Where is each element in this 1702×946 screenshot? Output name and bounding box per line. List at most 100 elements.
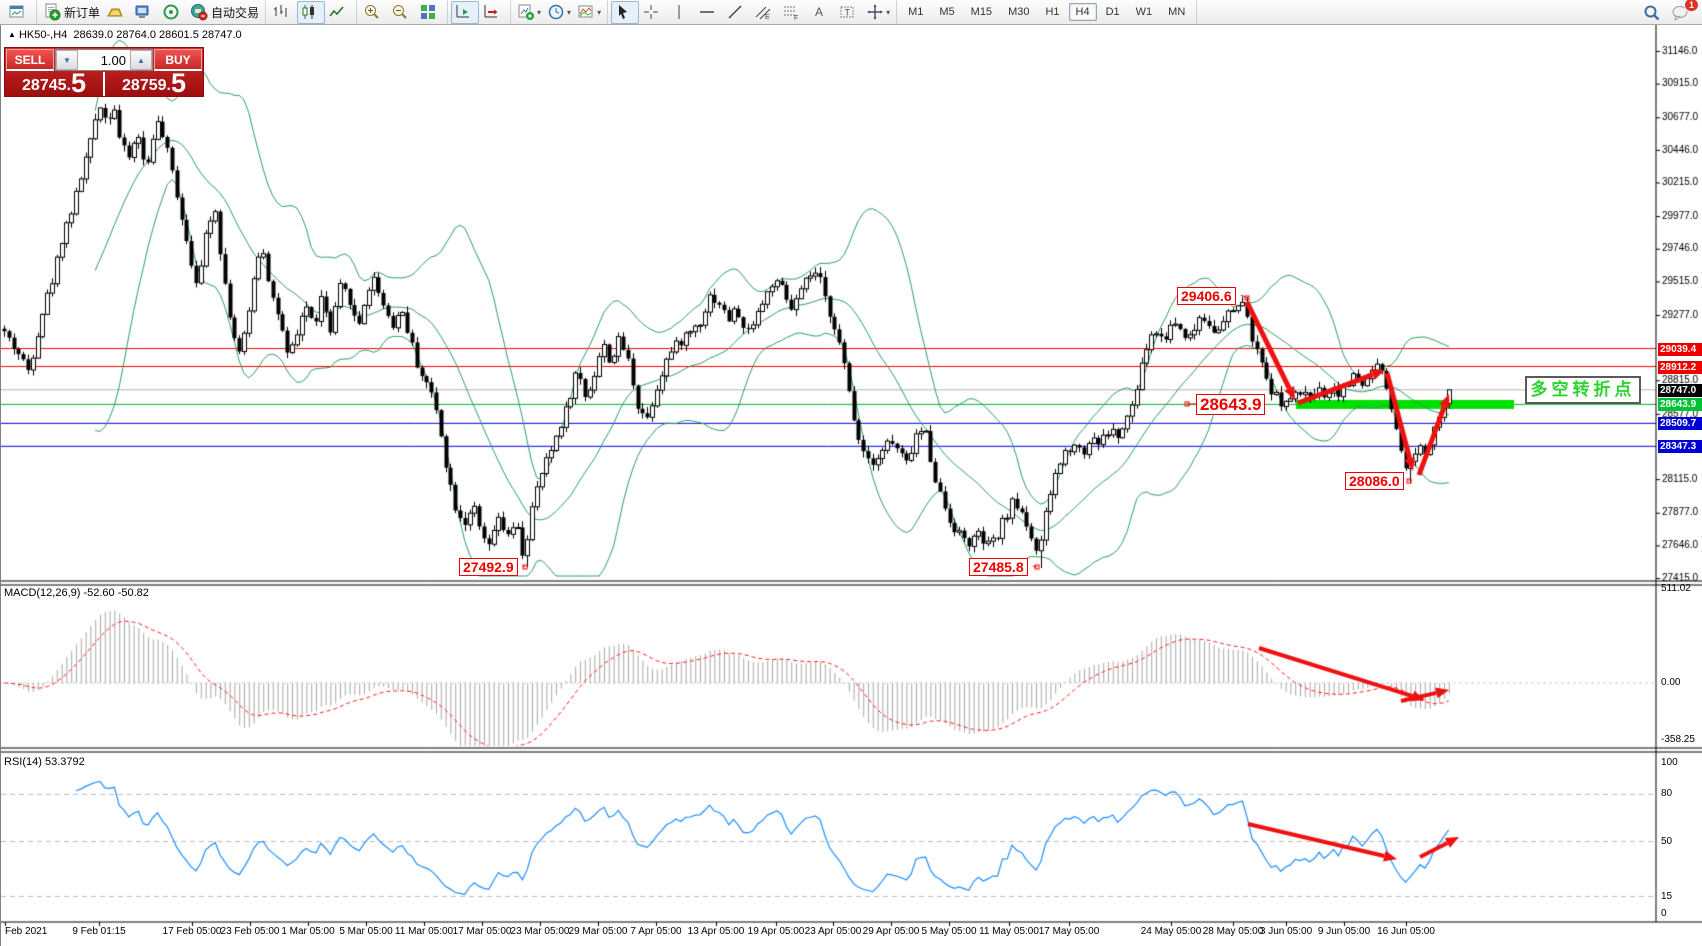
fibonacci-button[interactable]: F	[779, 1, 807, 24]
gold-button[interactable]	[103, 1, 131, 24]
zoom-in-button[interactable]	[360, 1, 388, 24]
time-label: Feb 2021	[5, 926, 47, 937]
time-label: 23 Feb 05:00	[221, 926, 280, 937]
timeframe-m15[interactable]: M15	[964, 3, 999, 21]
volume-stepper: ▼ 1.00 ▲	[55, 49, 153, 71]
rsi-scale-50: 50	[1661, 836, 1672, 847]
dropdown-arrow-icon[interactable]: ▾	[597, 8, 601, 17]
periods-button[interactable]: ▾	[544, 1, 574, 24]
new-order-button[interactable]: 新订单	[40, 1, 103, 24]
price-annotation-28086.0[interactable]: 28086.0	[1345, 472, 1404, 490]
timeframe-m5[interactable]: M5	[932, 3, 961, 21]
toolbar-group: 新订单 自动交易	[37, 1, 266, 24]
rsi-indicator-label: RSI(14) 53.3792	[4, 756, 85, 768]
timeframe-h4[interactable]: H4	[1069, 3, 1097, 21]
macd-indicator-label: MACD(12,26,9) -52.60 -50.82	[4, 587, 149, 599]
sell-button[interactable]: SELL	[6, 49, 54, 71]
autotrade-icon	[190, 3, 208, 21]
toolbar-group	[2, 1, 37, 24]
equidistant-channel-button[interactable]: E	[751, 1, 779, 24]
macd-scale--358.25: -358.25	[1661, 734, 1695, 745]
bar-chart-button[interactable]	[269, 1, 297, 24]
time-label: 29 Mar 05:00	[569, 926, 628, 937]
svg-text:F: F	[794, 15, 798, 21]
callout-label[interactable]: 多空转折点	[1525, 376, 1641, 404]
price-annotation-29406.6[interactable]: 29406.6	[1177, 287, 1236, 305]
arrows-button[interactable]: ▾	[863, 1, 893, 24]
textA-icon: A	[810, 3, 828, 21]
toolbar-group	[266, 1, 357, 24]
cursor-button[interactable]	[611, 1, 639, 24]
notification-badge: 1	[1684, 0, 1699, 12]
cursor-icon	[614, 3, 632, 21]
new-chart-button[interactable]: ▾	[514, 1, 544, 24]
label-icon: T	[838, 3, 856, 21]
toolbar: 新订单 自动交易 ▾ ▾ ▾ E F A T ▾ M1M5M15M30H1H4D1W1MN 1	[0, 0, 1702, 25]
timeframe-h1[interactable]: H1	[1038, 3, 1066, 21]
time-label: 16 Jun 05:00	[1377, 926, 1435, 937]
templates-button[interactable]: ▾	[574, 1, 604, 24]
dropdown-arrow-icon[interactable]: ▾	[567, 8, 571, 17]
buy-price[interactable]: 28759.5	[105, 72, 203, 96]
time-label: 1 Mar 05:00	[281, 926, 334, 937]
time-label: 23 Apr 05:00	[805, 926, 862, 937]
timeframe-w1[interactable]: W1	[1129, 3, 1160, 21]
ohlc-values: 28639.0 28764.0 28601.5 28747.0	[73, 29, 241, 41]
new-order-button-label: 新订单	[64, 4, 100, 21]
chart-shift-button[interactable]	[451, 1, 479, 24]
chartwin-icon	[8, 3, 26, 21]
axis-price-label-28912.2: 28912.2	[1658, 361, 1702, 374]
svg-text:A: A	[815, 5, 823, 19]
timeframe-d1[interactable]: D1	[1099, 3, 1127, 21]
chart-canvas[interactable]	[1, 25, 1702, 946]
sell-price[interactable]: 28745.5	[5, 72, 103, 96]
time-label: 5 May 05:00	[921, 926, 976, 937]
candlestick-chart-button[interactable]	[297, 1, 325, 24]
vline-icon	[670, 3, 688, 21]
volume-increase-button[interactable]: ▲	[130, 50, 152, 70]
tile-windows-button[interactable]	[416, 1, 444, 24]
vertical-line-button[interactable]	[667, 1, 695, 24]
autotrading-button[interactable]: 自动交易	[187, 1, 262, 24]
time-label: 17 Feb 05:00	[163, 926, 222, 937]
crosshair-button[interactable]	[639, 1, 667, 24]
price-annotation-27492.9[interactable]: 27492.9	[459, 558, 518, 576]
chart-window-icon[interactable]	[5, 1, 33, 24]
notifications-button[interactable]: 1	[1668, 1, 1696, 24]
zoomout-icon	[391, 3, 409, 21]
volume-value[interactable]: 1.00	[78, 50, 130, 70]
trendline-button[interactable]	[723, 1, 751, 24]
timeframe-mn[interactable]: MN	[1161, 3, 1192, 21]
gold-icon	[106, 3, 124, 21]
line-chart-button[interactable]	[325, 1, 353, 24]
time-label: 17 Mar 05:00	[453, 926, 512, 937]
horizontal-line-button[interactable]	[695, 1, 723, 24]
dropdown-arrow-icon[interactable]: ▾	[537, 8, 541, 17]
volume-decrease-button[interactable]: ▼	[56, 50, 78, 70]
signals-button[interactable]	[159, 1, 187, 24]
hline-icon	[698, 3, 716, 21]
zoom-out-button[interactable]	[388, 1, 416, 24]
timeframe-m1[interactable]: M1	[901, 3, 930, 21]
toolbar-right: 1	[1640, 1, 1696, 24]
axis-price-label-28509.7: 28509.7	[1658, 417, 1702, 430]
chart-symbol-line: ▲ HK50-,H4 28639.0 28764.0 28601.5 28747…	[8, 29, 242, 41]
time-label: 19 Apr 05:00	[748, 926, 805, 937]
dropdown-arrow-icon[interactable]: ▾	[886, 8, 890, 17]
signal-icon	[162, 3, 180, 21]
price-annotation-27485.8[interactable]: 27485.8	[969, 558, 1028, 576]
timeframe-m30[interactable]: M30	[1001, 3, 1036, 21]
search-button[interactable]	[1640, 1, 1668, 24]
auto-scroll-button[interactable]	[479, 1, 507, 24]
text-label-button[interactable]: T	[835, 1, 863, 24]
collapse-triangle-icon[interactable]: ▲	[8, 30, 16, 39]
toolbar-group: ▾ ▾ ▾	[511, 1, 608, 24]
text-button[interactable]: A	[807, 1, 835, 24]
autotrading-button-label: 自动交易	[211, 4, 259, 21]
template-icon	[577, 3, 595, 21]
terminal-button[interactable]	[131, 1, 159, 24]
price-annotation-28643.9[interactable]: 28643.9	[1196, 394, 1265, 415]
chartshift-icon	[454, 3, 472, 21]
linechart-icon	[328, 3, 346, 21]
autoscroll-icon	[482, 3, 500, 21]
